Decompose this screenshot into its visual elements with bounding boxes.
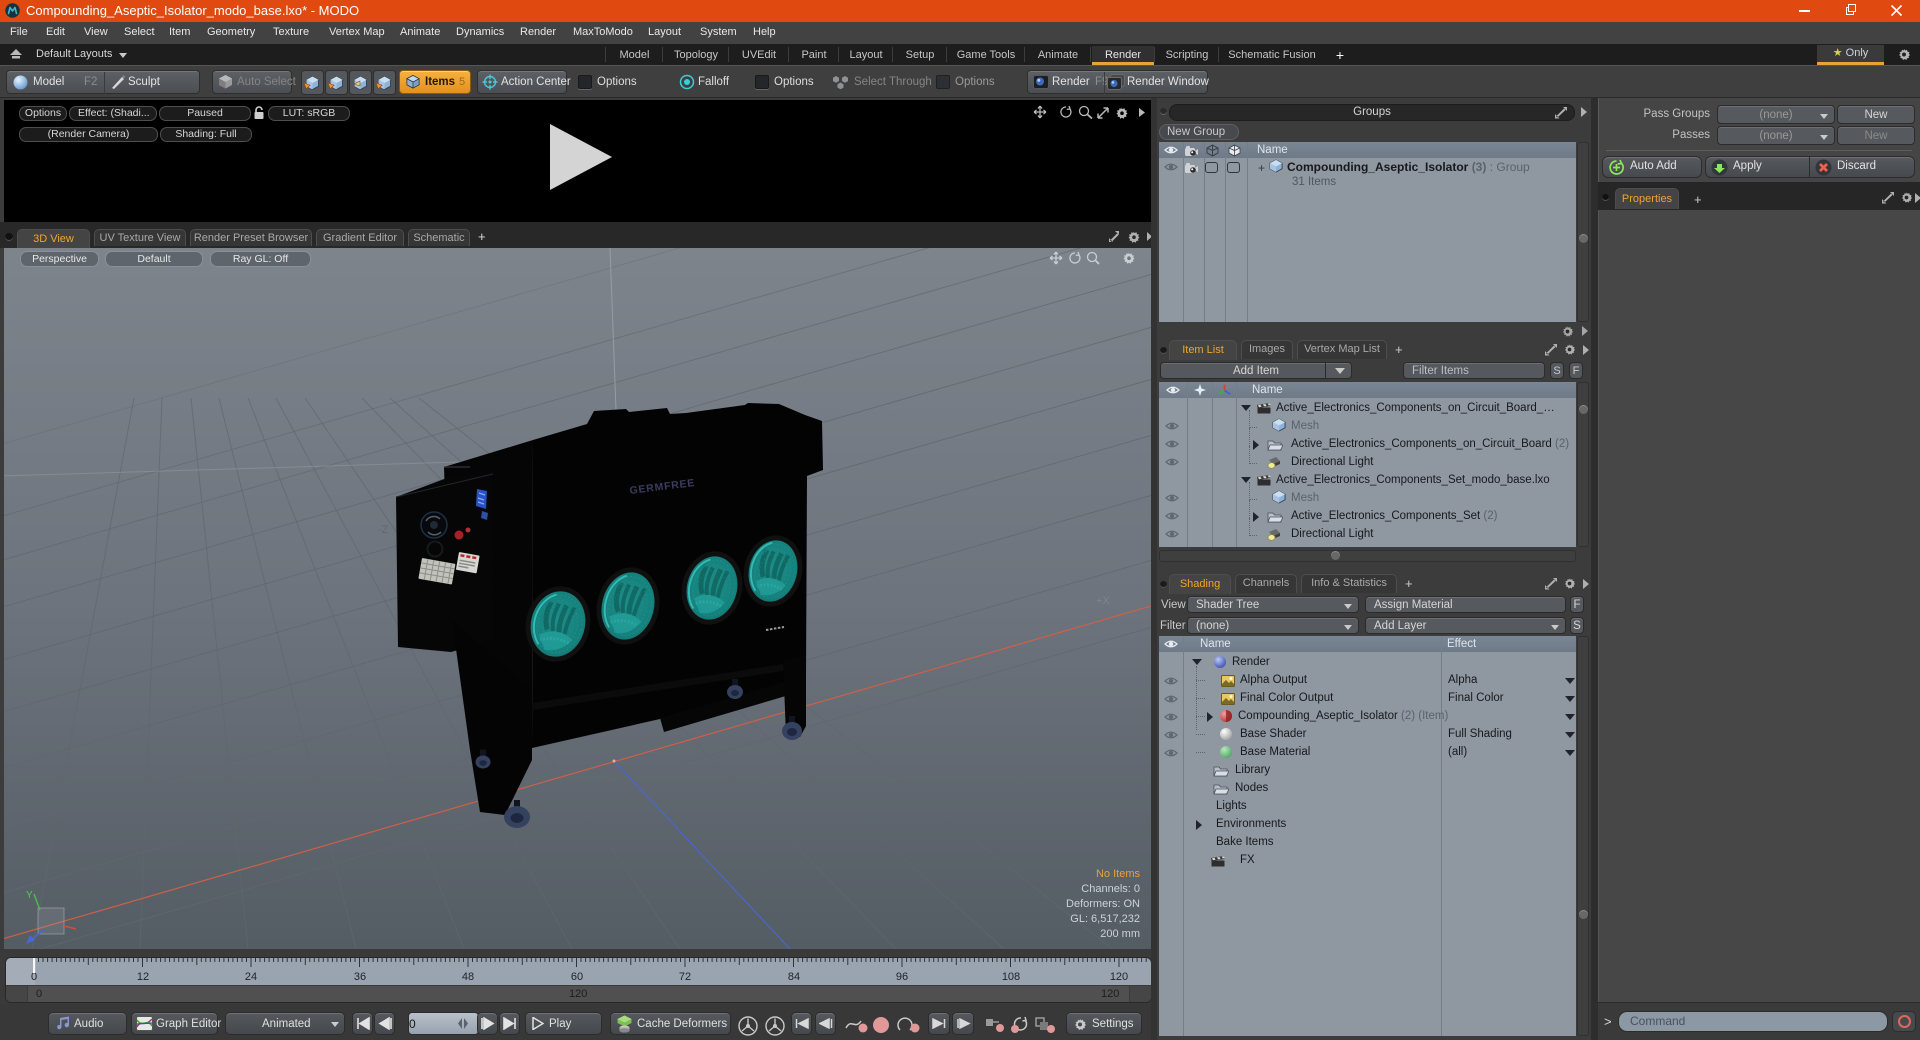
svg-text:+X: +X — [1096, 595, 1110, 607]
svg-text:Y: Y — [26, 890, 33, 901]
svg-text:No Items: No Items — [1096, 868, 1141, 880]
svg-text:84: 84 — [788, 971, 800, 983]
svg-text:72: 72 — [679, 971, 691, 983]
svg-text:108: 108 — [1002, 971, 1020, 983]
svg-text:96: 96 — [896, 971, 908, 983]
svg-text:12: 12 — [137, 971, 149, 983]
svg-text:200 mm: 200 mm — [1100, 928, 1140, 940]
svg-text:Deformers: ON: Deformers: ON — [1066, 898, 1140, 910]
svg-text:Channels: 0: Channels: 0 — [1081, 883, 1140, 895]
svg-text:-Z: -Z — [378, 524, 389, 536]
svg-text:60: 60 — [571, 971, 583, 983]
svg-text:36: 36 — [354, 971, 366, 983]
svg-text:120: 120 — [1110, 971, 1128, 983]
svg-text:24: 24 — [245, 971, 257, 983]
svg-text:GL: 6,517,232: GL: 6,517,232 — [1070, 913, 1140, 925]
svg-text:48: 48 — [462, 971, 474, 983]
